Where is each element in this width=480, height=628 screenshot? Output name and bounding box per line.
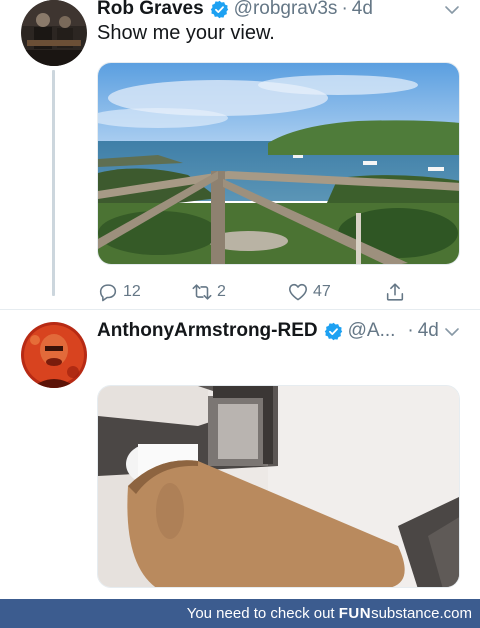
- tweet-divider: [0, 309, 480, 310]
- tweet-photo-toilet-roll[interactable]: [97, 385, 460, 588]
- share-icon: [386, 283, 404, 301]
- tweet-photo-ocean-view[interactable]: [97, 62, 460, 265]
- watermark-prefix: You need to check out: [186, 605, 339, 622]
- heart-icon: [288, 283, 308, 301]
- chevron-down-icon[interactable]: [444, 2, 460, 18]
- like-count: 47: [313, 283, 331, 300]
- reply-button[interactable]: 12: [97, 281, 141, 303]
- watermark-text: You need to check out FUNsubstance.com: [187, 605, 472, 622]
- author-handle[interactable]: @A...: [348, 320, 396, 342]
- tweet-timestamp[interactable]: 4d: [418, 320, 439, 342]
- tweet-header: AnthonyArmstrong-RED @A... · 4d: [97, 319, 439, 343]
- watermark-suffix: .com: [439, 605, 472, 622]
- retweet-count: 2: [217, 283, 226, 300]
- avatar-rob-graves[interactable]: [21, 0, 87, 66]
- chevron-down-icon[interactable]: [444, 324, 460, 340]
- author-handle[interactable]: @robgrav3s: [234, 0, 338, 20]
- watermark-brand-fun: FUN: [338, 605, 372, 622]
- watermark-brand-substance: substance: [371, 605, 440, 622]
- retweet-button[interactable]: 2: [191, 281, 226, 303]
- tweet-actions: 12 2 47: [97, 281, 417, 307]
- separator-dot: ·: [407, 320, 414, 341]
- tweet-text: Show me your view.: [97, 22, 275, 44]
- tweet-header: Rob Graves @robgrav3s · 4d: [97, 0, 373, 21]
- author-name[interactable]: Rob Graves: [97, 0, 204, 20]
- separator-dot: ·: [341, 0, 348, 19]
- avatar-anthony-armstrong[interactable]: [21, 322, 87, 388]
- watermark-bar: You need to check out FUNsubstance.com: [0, 599, 480, 628]
- retweet-icon: [192, 284, 212, 300]
- author-name[interactable]: AnthonyArmstrong-RED: [97, 320, 318, 342]
- verified-badge-icon: [324, 322, 342, 340]
- tweet-timestamp[interactable]: 4d: [352, 0, 373, 20]
- share-button[interactable]: [384, 281, 410, 303]
- thread-line: [52, 70, 55, 296]
- reply-count: 12: [123, 283, 141, 300]
- verified-badge-icon: [210, 0, 228, 18]
- reply-icon: [99, 284, 117, 302]
- like-button[interactable]: 47: [287, 281, 331, 303]
